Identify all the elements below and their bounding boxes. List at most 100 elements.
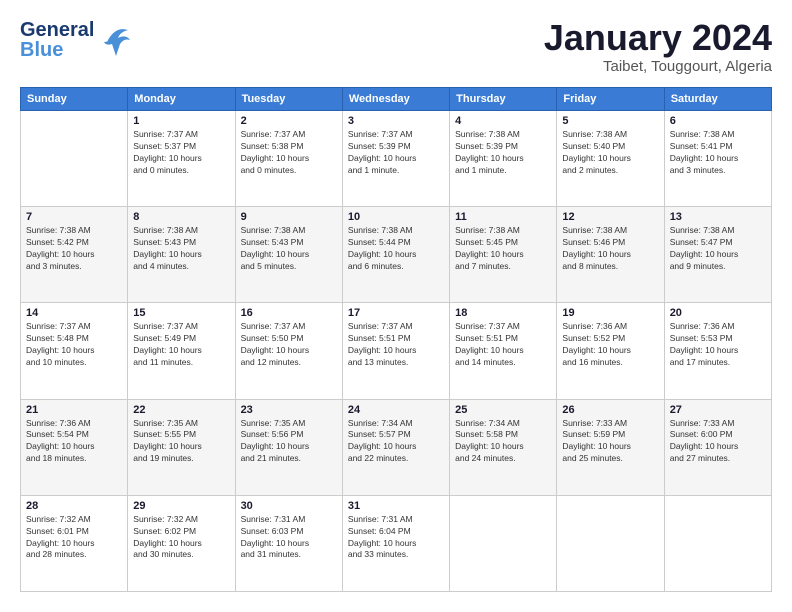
day-info: Sunrise: 7:32 AM Sunset: 6:01 PM Dayligh… <box>26 514 122 562</box>
day-number: 20 <box>670 307 766 319</box>
day-info: Sunrise: 7:37 AM Sunset: 5:51 PM Dayligh… <box>455 321 551 369</box>
day-number: 29 <box>133 500 229 512</box>
list-item: 11Sunrise: 7:38 AM Sunset: 5:45 PM Dayli… <box>450 207 557 303</box>
day-number: 19 <box>562 307 658 319</box>
list-item: 9 Sunrise: 7:38 AM Sunset: 5:43 PM Daylig… <box>235 207 342 303</box>
day-info: Sunrise: 7:35 AM Sunset: 5:56 PM Dayligh… <box>241 418 337 466</box>
day-info: Sunrise: 7:38 AM Sunset: 5:43 PM Dayligh… <box>241 225 337 273</box>
list-item: 28 Sunrise: 7:32 AM Sunset: 6:01 PM Dayli… <box>21 495 128 591</box>
day-number: 12 <box>562 211 658 223</box>
day-number: 8 <box>133 211 229 223</box>
day-info: Sunrise: 7:38 AM Sunset: 5:40 PM Dayligh… <box>562 129 658 177</box>
day-number: 15 <box>133 307 229 319</box>
day-number: 10 <box>348 211 444 223</box>
list-item <box>664 495 771 591</box>
day-number: 1 <box>133 115 229 127</box>
day-number: 4 <box>455 115 551 127</box>
day-number: 6 <box>670 115 766 127</box>
list-item: 10 Sunrise: 7:38 AM Sunset: 5:44 PM Dayli… <box>342 207 449 303</box>
day-number: 9 <box>241 211 337 223</box>
col-tuesday: Tuesday <box>235 88 342 111</box>
list-item <box>450 495 557 591</box>
day-number: 17 <box>348 307 444 319</box>
list-item: 15 Sunrise: 7:37 AM Sunset: 5:49 PM Dayli… <box>128 303 235 399</box>
day-number: 31 <box>348 500 444 512</box>
day-info: Sunrise: 7:37 AM Sunset: 5:49 PM Dayligh… <box>133 321 229 369</box>
day-info: Sunrise: 7:37 AM Sunset: 5:38 PM Dayligh… <box>241 129 337 177</box>
day-info: Sunrise: 7:36 AM Sunset: 5:52 PM Dayligh… <box>562 321 658 369</box>
table-row: 28 Sunrise: 7:32 AM Sunset: 6:01 PM Dayli… <box>21 495 772 591</box>
day-number: 7 <box>26 211 122 223</box>
list-item: 4 Sunrise: 7:38 AM Sunset: 5:39 PM Daylig… <box>450 111 557 207</box>
list-item: 19 Sunrise: 7:36 AM Sunset: 5:52 PM Dayli… <box>557 303 664 399</box>
day-number: 24 <box>348 404 444 416</box>
day-number: 28 <box>26 500 122 512</box>
day-number: 22 <box>133 404 229 416</box>
title-section: January 2024 Taibet, Touggourt, Algeria <box>544 20 772 75</box>
day-info: Sunrise: 7:37 AM Sunset: 5:39 PM Dayligh… <box>348 129 444 177</box>
list-item: 8 Sunrise: 7:38 AM Sunset: 5:43 PM Daylig… <box>128 207 235 303</box>
header-row: Sunday Monday Tuesday Wednesday Thursday… <box>21 88 772 111</box>
list-item: 17 Sunrise: 7:37 AM Sunset: 5:51 PM Dayli… <box>342 303 449 399</box>
day-number: 21 <box>26 404 122 416</box>
col-sunday: Sunday <box>21 88 128 111</box>
day-number: 25 <box>455 404 551 416</box>
day-number: 27 <box>670 404 766 416</box>
list-item: 12 Sunrise: 7:38 AM Sunset: 5:46 PM Dayli… <box>557 207 664 303</box>
day-info: Sunrise: 7:38 AM Sunset: 5:41 PM Dayligh… <box>670 129 766 177</box>
list-item: 26Sunrise: 7:33 AM Sunset: 5:59 PM Dayli… <box>557 399 664 495</box>
header: General Blue January 2024 Taibet, Touggo… <box>20 20 772 75</box>
day-info: Sunrise: 7:37 AM Sunset: 5:37 PM Dayligh… <box>133 129 229 177</box>
list-item: 25 Sunrise: 7:34 AM Sunset: 5:58 PM Dayli… <box>450 399 557 495</box>
list-item: 7 Sunrise: 7:38 AM Sunset: 5:42 PM Daylig… <box>21 207 128 303</box>
day-number: 23 <box>241 404 337 416</box>
list-item: 20 Sunrise: 7:36 AM Sunset: 5:53 PM Dayli… <box>664 303 771 399</box>
list-item: 29 Sunrise: 7:32 AM Sunset: 6:02 PM Dayli… <box>128 495 235 591</box>
col-friday: Friday <box>557 88 664 111</box>
day-info: Sunrise: 7:38 AM Sunset: 5:44 PM Dayligh… <box>348 225 444 273</box>
day-number: 5 <box>562 115 658 127</box>
col-monday: Monday <box>128 88 235 111</box>
day-info: Sunrise: 7:38 AM Sunset: 5:42 PM Dayligh… <box>26 225 122 273</box>
day-number: 11 <box>455 211 551 223</box>
day-info: Sunrise: 7:38 AM Sunset: 5:46 PM Dayligh… <box>562 225 658 273</box>
day-number: 14 <box>26 307 122 319</box>
list-item: 5 Sunrise: 7:38 AM Sunset: 5:40 PM Daylig… <box>557 111 664 207</box>
list-item: 27 Sunrise: 7:33 AM Sunset: 6:00 PM Dayli… <box>664 399 771 495</box>
list-item: 16Sunrise: 7:37 AM Sunset: 5:50 PM Dayli… <box>235 303 342 399</box>
list-item: 31 Sunrise: 7:31 AM Sunset: 6:04 PM Dayli… <box>342 495 449 591</box>
day-info: Sunrise: 7:36 AM Sunset: 5:53 PM Dayligh… <box>670 321 766 369</box>
list-item: 21 Sunrise: 7:36 AM Sunset: 5:54 PM Dayli… <box>21 399 128 495</box>
table-row: 14Sunrise: 7:37 AM Sunset: 5:48 PM Dayli… <box>21 303 772 399</box>
day-number: 30 <box>241 500 337 512</box>
day-number: 13 <box>670 211 766 223</box>
list-item <box>21 111 128 207</box>
day-info: Sunrise: 7:36 AM Sunset: 5:54 PM Dayligh… <box>26 418 122 466</box>
day-number: 16 <box>241 307 337 319</box>
list-item: 30 Sunrise: 7:31 AM Sunset: 6:03 PM Dayli… <box>235 495 342 591</box>
day-info: Sunrise: 7:35 AM Sunset: 5:55 PM Dayligh… <box>133 418 229 466</box>
calendar-title: January 2024 <box>544 20 772 56</box>
day-info: Sunrise: 7:32 AM Sunset: 6:02 PM Dayligh… <box>133 514 229 562</box>
day-number: 3 <box>348 115 444 127</box>
day-info: Sunrise: 7:31 AM Sunset: 6:03 PM Dayligh… <box>241 514 337 562</box>
list-item: 1 Sunrise: 7:37 AM Sunset: 5:37 PM Daylig… <box>128 111 235 207</box>
day-number: 26 <box>562 404 658 416</box>
table-row: 21 Sunrise: 7:36 AM Sunset: 5:54 PM Dayli… <box>21 399 772 495</box>
col-thursday: Thursday <box>450 88 557 111</box>
list-item: 24Sunrise: 7:34 AM Sunset: 5:57 PM Dayli… <box>342 399 449 495</box>
table-row: 1 Sunrise: 7:37 AM Sunset: 5:37 PM Daylig… <box>21 111 772 207</box>
col-wednesday: Wednesday <box>342 88 449 111</box>
day-number: 2 <box>241 115 337 127</box>
day-info: Sunrise: 7:34 AM Sunset: 5:58 PM Dayligh… <box>455 418 551 466</box>
logo: General Blue <box>20 20 132 60</box>
list-item: 22 Sunrise: 7:35 AM Sunset: 5:55 PM Dayli… <box>128 399 235 495</box>
day-info: Sunrise: 7:38 AM Sunset: 5:43 PM Dayligh… <box>133 225 229 273</box>
day-info: Sunrise: 7:31 AM Sunset: 6:04 PM Dayligh… <box>348 514 444 562</box>
day-info: Sunrise: 7:37 AM Sunset: 5:51 PM Dayligh… <box>348 321 444 369</box>
table-row: 7 Sunrise: 7:38 AM Sunset: 5:42 PM Daylig… <box>21 207 772 303</box>
day-info: Sunrise: 7:38 AM Sunset: 5:39 PM Dayligh… <box>455 129 551 177</box>
list-item: 3 Sunrise: 7:37 AM Sunset: 5:39 PM Daylig… <box>342 111 449 207</box>
day-info: Sunrise: 7:33 AM Sunset: 6:00 PM Dayligh… <box>670 418 766 466</box>
list-item: 2 Sunrise: 7:37 AM Sunset: 5:38 PM Daylig… <box>235 111 342 207</box>
